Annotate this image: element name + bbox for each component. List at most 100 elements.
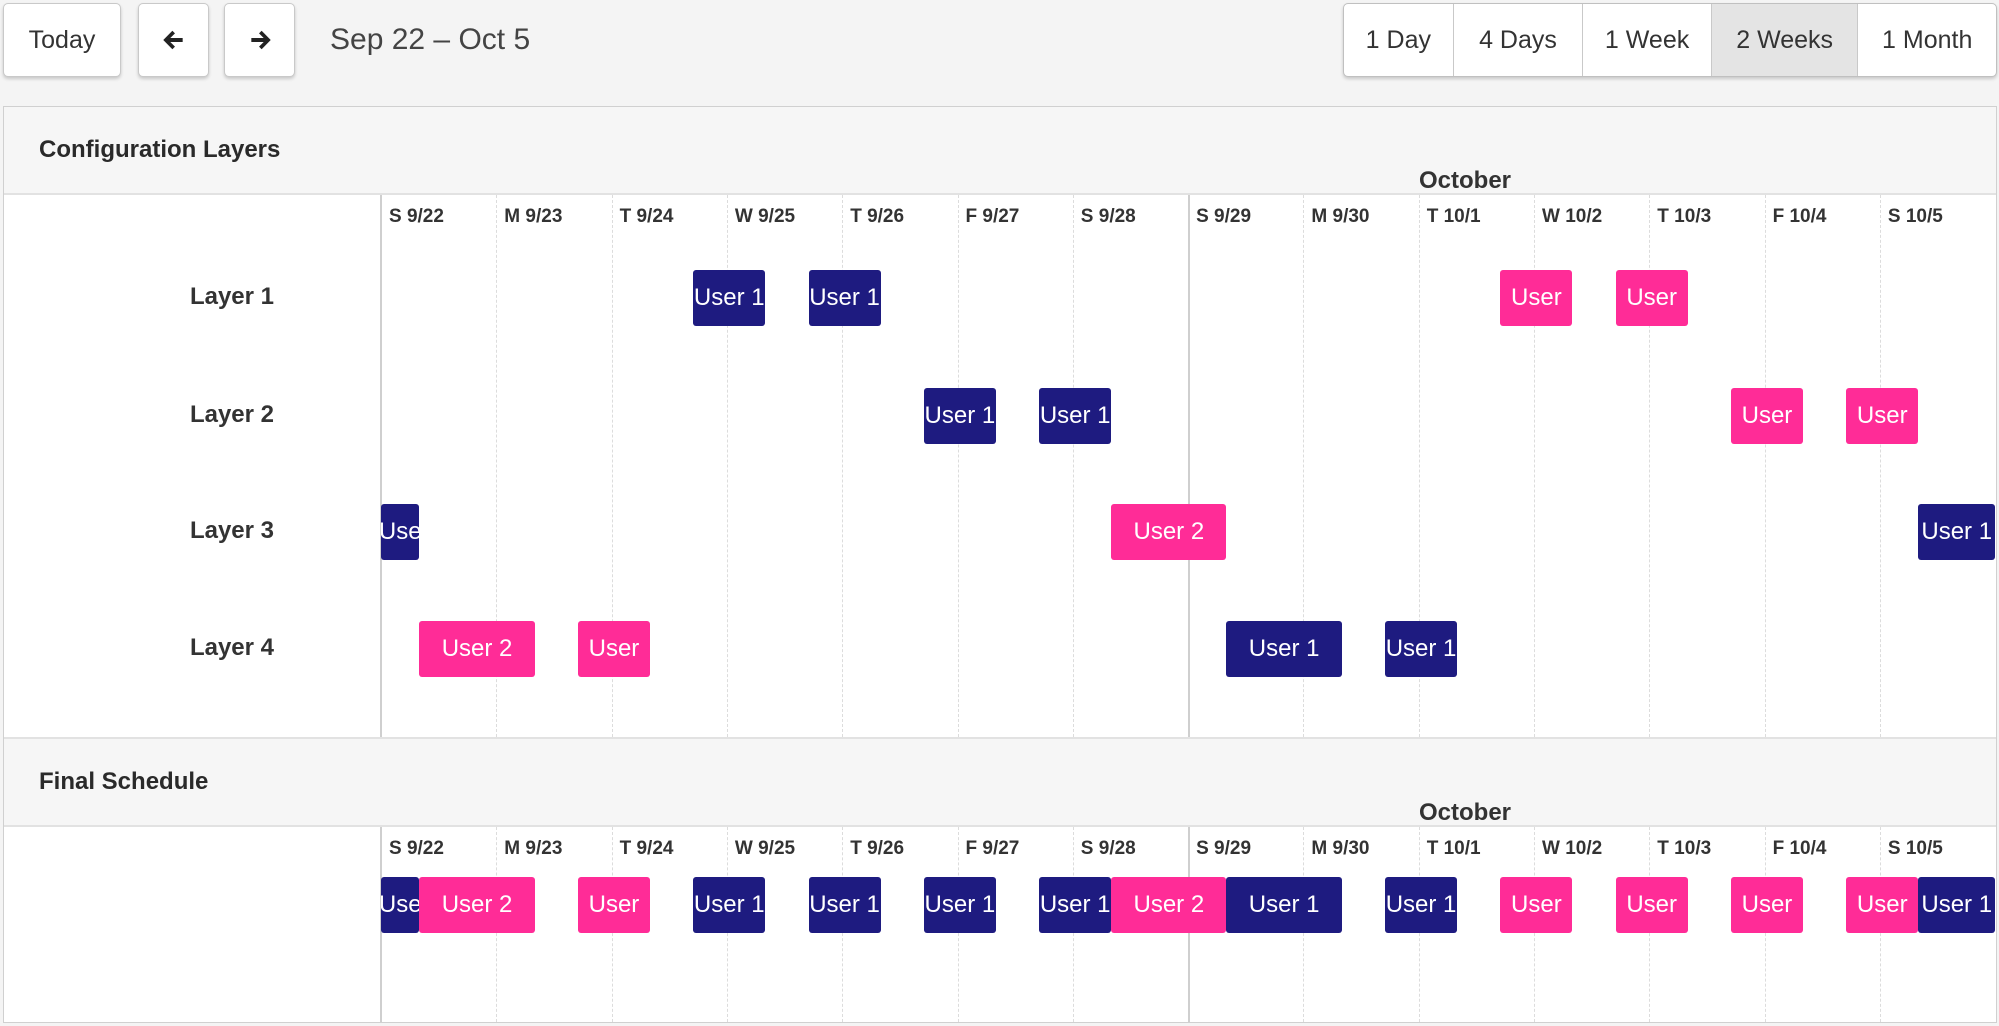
shift-block-user2[interactable]: User: [1846, 388, 1919, 444]
day-header-label: S 9/22: [389, 206, 444, 227]
shift-block-user1[interactable]: User 1: [693, 270, 766, 326]
day-header-label: S 10/5: [1887, 838, 1943, 859]
day-header-label: T 9/24: [619, 206, 674, 227]
shift-block-user2[interactable]: User: [577, 877, 650, 933]
shift-block-label: User: [1856, 402, 1908, 429]
shift-block-user1[interactable]: User 1: [808, 270, 881, 326]
shift-block-user1[interactable]: User 1: [1918, 877, 1996, 933]
shift-block-user1[interactable]: User 1: [923, 388, 996, 444]
shift-block-user2[interactable]: User: [1615, 877, 1688, 933]
next-button[interactable]: [224, 3, 295, 77]
day-header-label: F 9/27: [965, 838, 1020, 859]
arrow-right-icon: [250, 30, 271, 50]
shift-block-label: User 1: [1385, 635, 1457, 662]
shift-block-user1[interactable]: User 1: [1385, 621, 1458, 677]
shift-block-user1[interactable]: Use: [381, 504, 420, 560]
shift-block-label: User 2: [441, 891, 513, 918]
shift-block-label: User: [588, 891, 640, 918]
month-label: October: [1419, 799, 1512, 826]
day-header-label: F 9/27: [965, 206, 1020, 227]
shift-block-user1[interactable]: User 1: [1226, 877, 1342, 933]
previous-button[interactable]: [138, 3, 209, 77]
day-header-label: M 9/30: [1311, 206, 1370, 227]
day-header-label: T 10/1: [1426, 838, 1481, 859]
view-2-weeks-button[interactable]: 2 Weeks: [1711, 4, 1859, 76]
month-label: October: [1419, 167, 1512, 194]
shift-block-user2[interactable]: User: [1500, 270, 1573, 326]
shift-block-label: User 2: [1133, 891, 1205, 918]
layer-label: Layer 4: [189, 634, 274, 661]
week-separator: [1188, 195, 1191, 737]
date-range-label: Sep 22 – Oct 5: [330, 23, 531, 56]
day-header-label: T 9/24: [619, 838, 674, 859]
shift-block-label: User: [1741, 891, 1793, 918]
day-header-label: M 9/23: [504, 838, 563, 859]
shift-block-user2[interactable]: User 2: [1111, 877, 1227, 933]
shift-block-label: User: [588, 635, 640, 662]
view-1-week-button[interactable]: 1 Week: [1583, 4, 1712, 76]
day-header-label: S 10/5: [1887, 206, 1943, 227]
day-gridline: [1072, 195, 1074, 737]
layer-label: Layer 3: [189, 517, 274, 544]
shift-block-user2[interactable]: User 2: [1111, 504, 1227, 560]
view-1-month-button[interactable]: 1 Month: [1858, 4, 1996, 76]
layer-label: Layer 2: [189, 401, 274, 428]
shift-block-label: User 1: [1248, 635, 1320, 662]
day-header-label: T 9/26: [850, 206, 905, 227]
day-header-label: W 9/25: [734, 838, 796, 859]
shift-block-label: User: [1511, 284, 1562, 311]
shift-block-user2[interactable]: User: [1730, 877, 1803, 933]
shift-block-label: User: [1741, 402, 1793, 429]
shift-block-user2[interactable]: User 2: [419, 877, 535, 933]
shift-block-user1[interactable]: User 1: [923, 877, 996, 933]
shift-block-label: User 1: [1248, 891, 1320, 918]
shift-block-user1[interactable]: User 1: [1039, 877, 1112, 933]
shift-block-label: User: [1511, 891, 1562, 918]
timeline-left-border: [380, 195, 382, 737]
shift-block-label: User 1: [1921, 891, 1993, 918]
day-header-label: W 10/2: [1542, 206, 1603, 227]
day-header-label: M 9/23: [504, 206, 563, 227]
view-1-day-button[interactable]: 1 Day: [1344, 4, 1454, 76]
shift-block-user1[interactable]: User 1: [1039, 388, 1112, 444]
configuration-layers-section: Configuration Layers October S 9/22 M 9/2…: [4, 107, 1996, 737]
shift-block-user1[interactable]: User 1: [1918, 504, 1996, 560]
shift-block-label: User 2: [441, 635, 513, 662]
shift-block-label: User: [1626, 284, 1677, 311]
shift-block-user2[interactable]: User: [577, 621, 650, 677]
view-switcher: 1 Day 4 Days 1 Week 2 Weeks 1 Month: [1343, 3, 1997, 77]
shift-block-label: User 1: [693, 284, 765, 311]
view-4-days-button[interactable]: 4 Days: [1454, 4, 1584, 76]
shift-block-user1[interactable]: Use: [381, 877, 420, 933]
day-header-label: F 10/4: [1772, 206, 1827, 227]
shift-block-label: User 1: [1921, 518, 1993, 545]
day-header-label: T 10/3: [1657, 206, 1712, 227]
day-header-label: T 10/3: [1657, 838, 1712, 859]
section-header: Final Schedule October: [4, 739, 1996, 827]
shift-block-label: User: [1856, 891, 1908, 918]
shift-block-label: User 1: [809, 284, 880, 311]
section-header: Configuration Layers October: [4, 107, 1996, 195]
day-header-label: W 9/25: [734, 206, 796, 227]
shift-block-label: User 1: [809, 891, 880, 918]
shift-block-user2[interactable]: User: [1730, 388, 1803, 444]
shift-block-label: User: [1626, 891, 1677, 918]
shift-block-user1[interactable]: User 1: [808, 877, 881, 933]
shift-block-user2[interactable]: User: [1500, 877, 1573, 933]
day-header-label: S 9/28: [1080, 838, 1136, 859]
day-header-label: S 9/22: [389, 838, 444, 859]
day-header-label: W 10/2: [1542, 838, 1603, 859]
shift-block-user1[interactable]: User 1: [1226, 621, 1342, 677]
section-title: Configuration Layers: [39, 136, 281, 163]
shift-block-user1[interactable]: User 1: [1385, 877, 1458, 933]
day-header-label: S 9/28: [1080, 206, 1136, 227]
day-gridline: [957, 195, 959, 737]
shift-block-user2[interactable]: User: [1846, 877, 1919, 933]
today-button[interactable]: Today: [3, 3, 121, 77]
shift-block-user1[interactable]: User 1: [693, 877, 766, 933]
shift-block-user2[interactable]: User: [1615, 270, 1688, 326]
day-header-label: S 9/29: [1196, 838, 1252, 859]
shift-block-user2[interactable]: User 2: [419, 621, 535, 677]
schedule-container: Configuration Layers October S 9/22 M 9/2…: [3, 106, 1997, 1023]
day-header-label: M 9/30: [1311, 838, 1370, 859]
